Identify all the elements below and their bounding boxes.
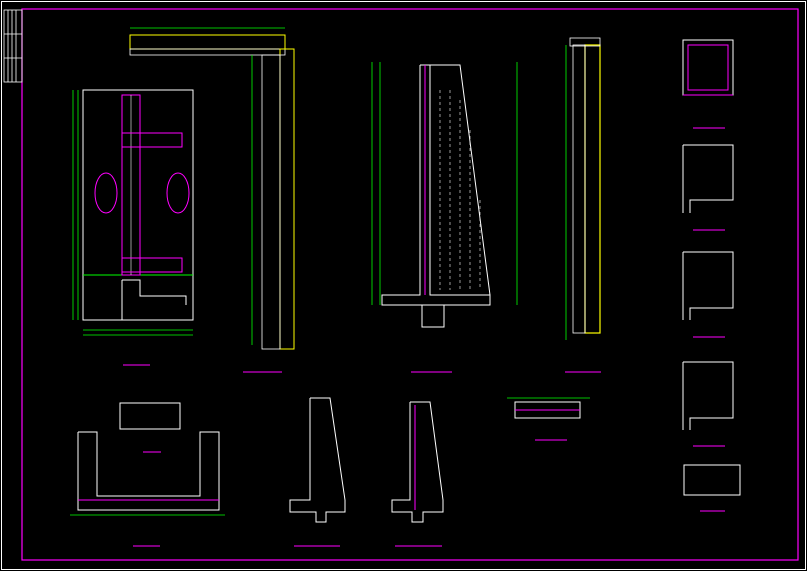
counterfort-profile-1	[289, 397, 346, 547]
detail-small-plan	[119, 402, 181, 453]
plan-section-left	[72, 89, 194, 366]
detail-section-4	[682, 361, 734, 447]
narrow-wall-elevation	[565, 37, 601, 373]
cad-drawing-sheet	[1, 1, 806, 570]
detail-section-3	[682, 251, 734, 338]
detail-section-1	[682, 39, 734, 129]
beam-detail	[507, 397, 590, 441]
foundation-section	[70, 431, 225, 547]
counterfort-profile-2	[391, 401, 444, 547]
detail-section-5	[683, 464, 741, 512]
counterfort-section	[371, 62, 518, 373]
detail-section-2	[682, 144, 734, 231]
title-block-strip	[3, 9, 23, 83]
